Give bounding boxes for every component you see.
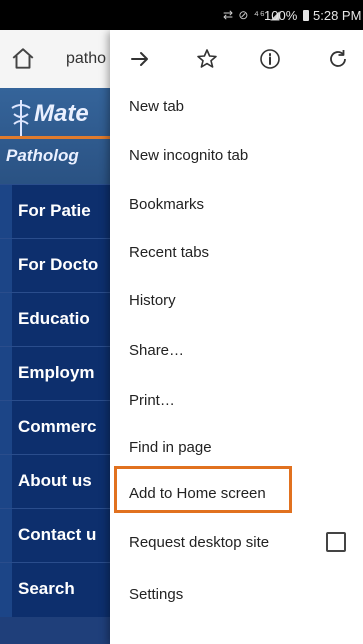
url-field[interactable]: patho bbox=[66, 50, 106, 68]
menu-item-history[interactable]: History bbox=[110, 276, 363, 324]
menu-toolbar bbox=[110, 30, 363, 88]
logo-divider bbox=[0, 136, 120, 139]
menu-item-bookmarks[interactable]: Bookmarks bbox=[110, 180, 363, 228]
overflow-menu: New tab New incognito tab Bookmarks Rece… bbox=[110, 30, 363, 644]
site-logo-text: Mate bbox=[34, 100, 89, 127]
home-icon[interactable] bbox=[10, 46, 36, 72]
highlight-box bbox=[114, 466, 292, 513]
refresh-icon[interactable] bbox=[326, 47, 350, 71]
menu-item-recent-tabs[interactable]: Recent tabs bbox=[110, 228, 363, 276]
battery-level: 100% bbox=[264, 8, 298, 23]
status-bar: ⇄ ⊘ ⁴⁶ ◢ 100% 5:28 PM bbox=[0, 0, 363, 30]
menu-item-request-desktop-site[interactable]: Request desktop site bbox=[110, 518, 363, 566]
caduceus-logo-icon bbox=[11, 100, 31, 136]
battery-icon bbox=[303, 10, 309, 21]
menu-item-new-incognito-tab[interactable]: New incognito tab bbox=[110, 131, 363, 179]
info-icon[interactable] bbox=[258, 47, 282, 71]
forward-arrow-icon[interactable] bbox=[128, 47, 152, 71]
menu-item-new-tab[interactable]: New tab bbox=[110, 82, 363, 130]
request-desktop-checkbox[interactable] bbox=[326, 532, 346, 552]
clock: 5:28 PM bbox=[313, 8, 362, 23]
site-logo-subtext: Patholog bbox=[6, 146, 79, 165]
menu-scroll-fade bbox=[110, 634, 363, 644]
bookmark-star-icon[interactable] bbox=[195, 47, 219, 71]
menu-item-share[interactable]: Share… bbox=[110, 326, 363, 374]
menu-item-print[interactable]: Print… bbox=[110, 376, 363, 424]
menu-item-find-in-page[interactable]: Find in page bbox=[110, 423, 363, 471]
menu-item-settings[interactable]: Settings bbox=[110, 570, 363, 618]
